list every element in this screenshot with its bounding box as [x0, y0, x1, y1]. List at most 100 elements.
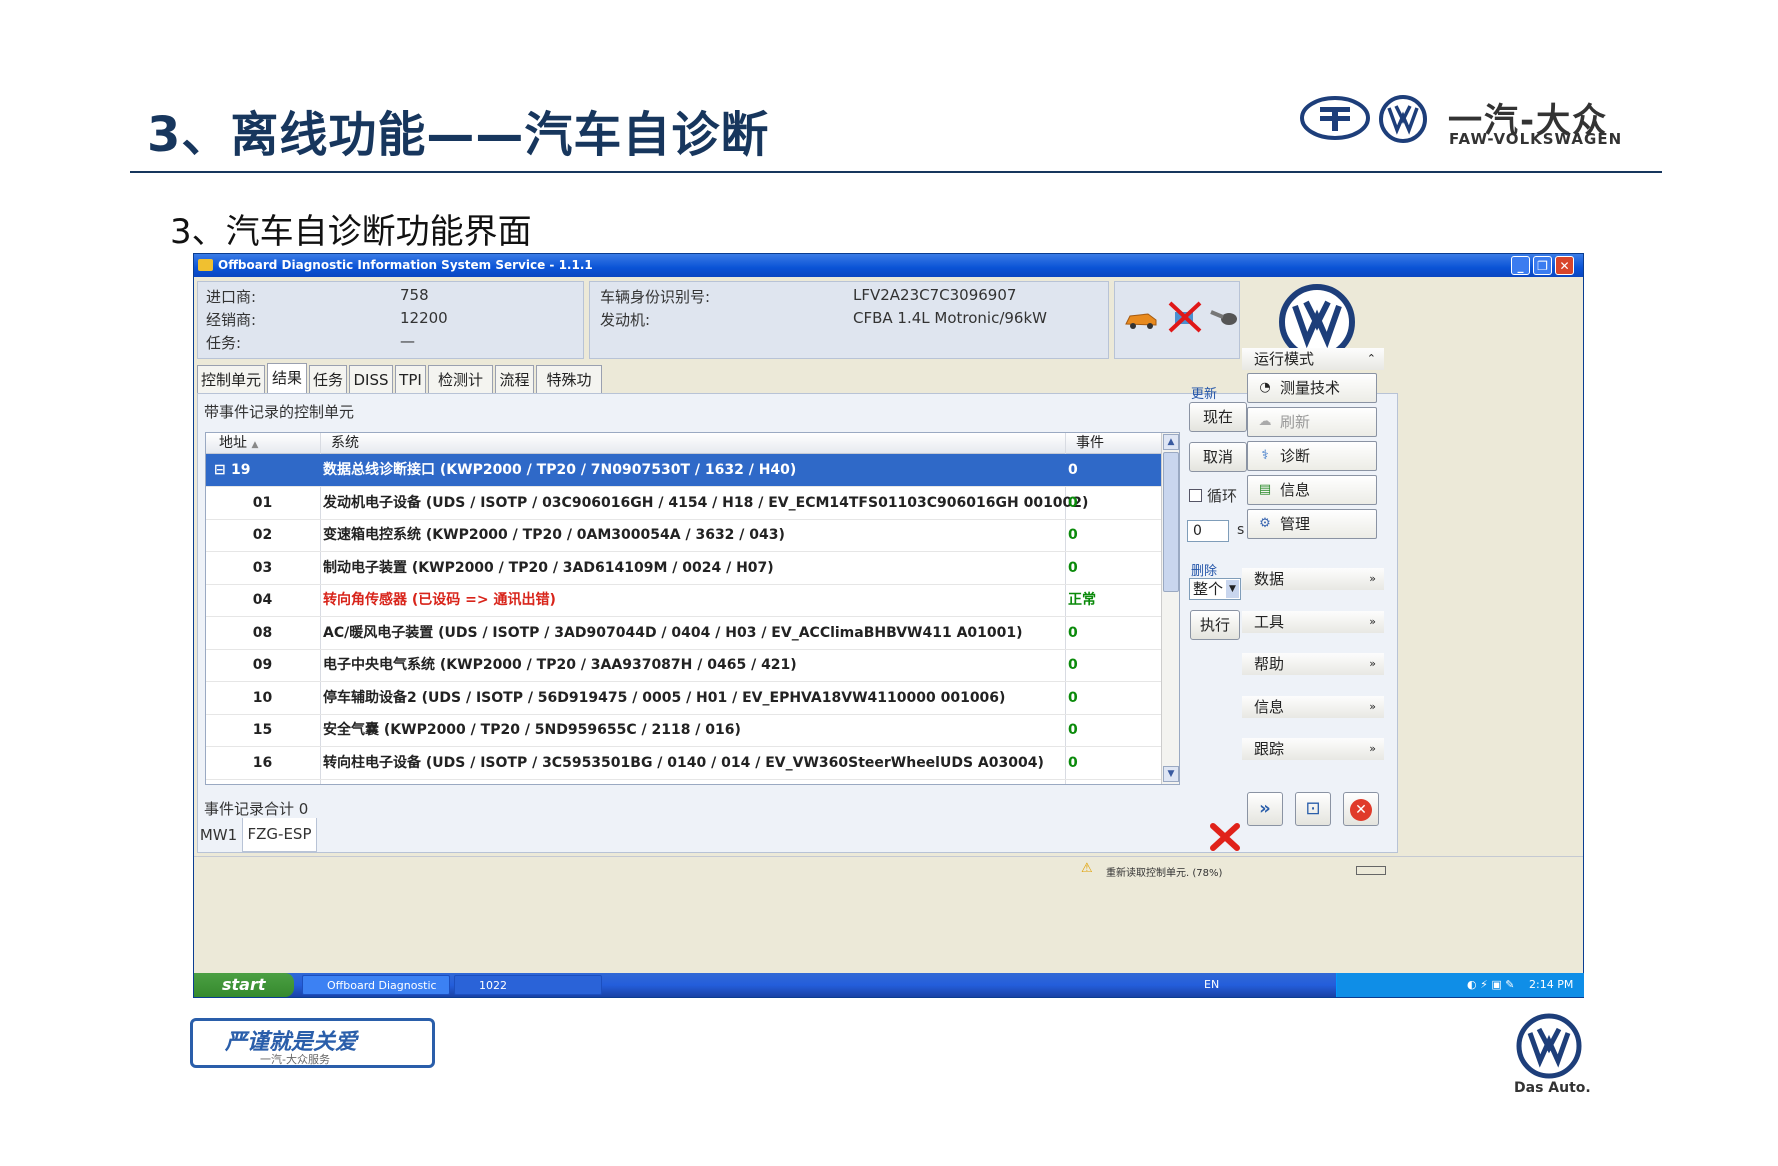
chevron-down-icon[interactable]: ▼ — [1226, 580, 1239, 598]
table-scrollbar[interactable]: ▲ ▼ — [1161, 433, 1179, 784]
tab-test-plan[interactable]: 检测计划 — [428, 365, 493, 417]
row-address: 10 — [252, 689, 273, 706]
row-events: 0 — [1068, 494, 1078, 511]
close-circle-icon: ✕ — [1350, 799, 1372, 821]
table-row[interactable]: 04 转向角传感器 (已设码 => 通讯出错) 正常 — [206, 584, 1161, 617]
row-events: 0 — [1068, 722, 1078, 738]
faw-logo-icon — [1300, 96, 1370, 140]
car-icon — [1125, 313, 1157, 329]
frame-icon: ⊡ — [1305, 798, 1321, 819]
language-indicator[interactable]: EN — [1204, 973, 1219, 997]
app-icon — [198, 259, 213, 271]
table-row[interactable]: 01 发动机电子设备 (UDS / ISOTP / 03C906016GH / 4… — [206, 487, 1161, 520]
row-address: 01 — [252, 494, 273, 511]
status-divider — [194, 856, 1583, 857]
operating-mode-header[interactable]: 运行模式 ⌃ — [1242, 348, 1384, 370]
loop-checkbox[interactable] — [1189, 489, 1202, 502]
column-header-system[interactable]: 系统 — [331, 433, 359, 453]
row-system: 安全气囊 (KWP2000 / TP20 / 5ND959655C / 2118… — [323, 722, 741, 738]
side-section-data[interactable]: 数据» — [1242, 568, 1384, 590]
table-row[interactable]: 08 AC/暖风电子装置 (UDS / ISOTP / 3AD907044D / … — [206, 617, 1161, 650]
scroll-up-icon[interactable]: ▲ — [1163, 434, 1179, 450]
tray-icons[interactable]: ◐ ⚡ ▣ ✎ — [1467, 973, 1514, 997]
engine-label: 发动机: — [600, 311, 651, 329]
cancel-button[interactable]: 取消 — [1189, 442, 1247, 472]
row-events: 0 — [1068, 754, 1078, 771]
taskbar-item-odis[interactable]: Offboard Diagnostic I... — [302, 975, 450, 1012]
column-header-address[interactable]: 地址 ▲ — [219, 433, 258, 455]
dealer-info-panel: 进口商: 758 经销商: 12200 任务: — — [197, 281, 584, 359]
stethoscope-icon: ⚕ — [1261, 448, 1269, 463]
start-button[interactable]: start — [194, 973, 294, 997]
taskbar-item-folder[interactable]: 1022 — [454, 975, 602, 995]
row-events: 0 — [1068, 559, 1078, 576]
row-system: 变速箱电控系统 (KWP2000 / TP20 / 0AM300054A / 3… — [323, 527, 785, 543]
table-row[interactable]: 09 电子中央电气系统 (KWP2000 / TP20 / 3AA937087H … — [206, 649, 1161, 682]
table-row[interactable]: 19 ⊟ 数据总线诊断接口 (KWP2000 / TP20 / 7N0907530T… — [206, 454, 1161, 487]
row-events: 0 — [1068, 462, 1078, 478]
tab-fzg-esp[interactable]: FZG-ESP — [242, 818, 317, 852]
tab-tpi[interactable]: TPI — [395, 365, 426, 393]
tab-mw1[interactable]: MW1 — [197, 820, 240, 850]
column-header-events[interactable]: 事件 — [1076, 433, 1104, 453]
screenshot-button[interactable]: ⊡ — [1295, 792, 1331, 826]
table-row[interactable]: 02 变速箱电控系统 (KWP2000 / TP20 / 0AM300054A /… — [206, 519, 1161, 552]
table-row[interactable]: 03 制动电子装置 (KWP2000 / TP20 / 3AD614109M / … — [206, 552, 1161, 585]
row-system: 电子中央电气系统 (KWP2000 / TP20 / 3AA937087H / … — [323, 657, 797, 673]
update-now-button[interactable]: 现在 — [1189, 402, 1247, 432]
collapse-icon[interactable]: ⊟ — [214, 454, 226, 486]
chevron-down-icon: » — [1369, 700, 1376, 713]
row-address: 09 — [252, 657, 273, 673]
chevron-down-icon: » — [1369, 742, 1376, 755]
das-auto-tagline: Das Auto. — [1514, 1080, 1591, 1096]
loop-label: 循环 — [1207, 487, 1238, 505]
admin-button[interactable]: ⚙ 管理 — [1247, 509, 1377, 539]
side-section-info[interactable]: 信息» — [1242, 696, 1384, 718]
loop-interval-input[interactable]: 0 — [1187, 520, 1229, 542]
minimize-button[interactable]: _ — [1511, 256, 1530, 275]
table-row[interactable]: 10 停车辅助设备2 (UDS / ISOTP / 56D919475 / 000… — [206, 682, 1161, 715]
cancel-x-icon[interactable] — [1209, 822, 1241, 852]
tab-control-units[interactable]: 控制单元 — [197, 365, 265, 393]
side-section-help[interactable]: 帮助» — [1242, 653, 1384, 675]
delete-scope-select[interactable]: 整个 ▼ — [1189, 578, 1241, 600]
row-events: 0 — [1068, 657, 1078, 673]
dealer-value: 12200 — [400, 309, 448, 327]
vin-label: 车辆身份识别号: — [600, 288, 711, 306]
diagnosis-button[interactable]: ⚕ 诊断 — [1247, 441, 1377, 471]
flash-button[interactable]: ☁ 刷新 — [1247, 407, 1377, 437]
chevron-down-icon: » — [1369, 615, 1376, 628]
side-section-tools[interactable]: 工具» — [1242, 611, 1384, 633]
execute-button[interactable]: 执行 — [1190, 610, 1240, 640]
warning-icon: ⚠ — [1081, 861, 1093, 876]
info-button[interactable]: ▤ 信息 — [1247, 475, 1377, 505]
row-system: AC/暖风电子装置 (UDS / ISOTP / 3AD907044D / 04… — [323, 624, 1023, 641]
side-section-trace[interactable]: 跟踪» — [1242, 738, 1384, 760]
tab-diss[interactable]: DISS — [349, 365, 393, 393]
tab-special-functions[interactable]: 特殊功能 — [536, 365, 602, 417]
key-icon — [1210, 310, 1237, 325]
measurement-button[interactable]: ◔ 测量技术 — [1247, 373, 1377, 403]
row-events: 0 — [1068, 689, 1078, 706]
window-titlebar[interactable]: Offboard Diagnostic Information System S… — [194, 254, 1583, 277]
row-system: 发动机电子设备 (UDS / ISOTP / 03C906016GH / 415… — [323, 494, 1089, 511]
maximize-button[interactable]: ❐ — [1533, 256, 1552, 275]
table-row[interactable]: 15 安全气囊 (KWP2000 / TP20 / 5ND959655C / 21… — [206, 714, 1161, 747]
tab-results[interactable]: 结果 — [267, 363, 307, 393]
scroll-down-icon[interactable]: ▼ — [1163, 766, 1179, 782]
forward-button[interactable]: » — [1247, 792, 1283, 826]
sort-ascending-icon: ▲ — [251, 440, 259, 450]
status-message: 重新读取控制单元. (78%) — [1106, 868, 1223, 879]
status-icons-panel — [1114, 281, 1240, 359]
tab-process[interactable]: 流程 — [495, 365, 534, 393]
exit-button[interactable]: ✕ — [1343, 792, 1379, 826]
table-row[interactable]: 16 转向柱电子设备 (UDS / ISOTP / 3C5953501BG / 0… — [206, 747, 1161, 780]
tab-tasks[interactable]: 任务 — [309, 365, 347, 393]
close-window-button[interactable]: ✕ — [1555, 256, 1574, 275]
scrollbar-thumb[interactable] — [1163, 452, 1179, 592]
row-system: 停车辅助设备2 (UDS / ISOTP / 56D919475 / 0005 … — [323, 689, 1006, 706]
update-label: 更新 — [1191, 387, 1218, 402]
vw-footer-logo-icon — [1516, 1013, 1582, 1079]
table-row[interactable]: 17 仪表板 (UDS / ISOTP / 3AD920870B / 0705 /… — [206, 779, 1161, 784]
importer-value: 758 — [400, 286, 429, 304]
